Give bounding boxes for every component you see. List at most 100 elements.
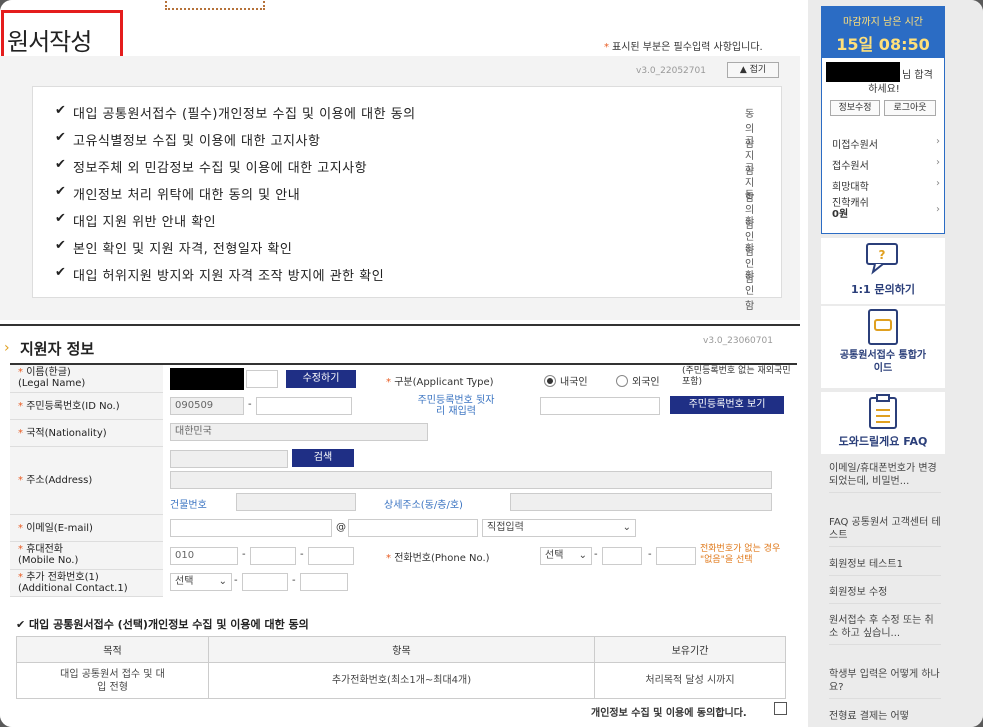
chevron-down-icon: ⌄ [622, 522, 631, 533]
sidebar-item-submitted[interactable]: 접수원서 › [832, 157, 940, 172]
guide-book-icon [868, 309, 898, 345]
check-icon: ✔ [55, 265, 66, 280]
address-search-button[interactable]: 검색 [292, 449, 354, 467]
window-edge [945, 0, 983, 727]
applicant-form: * 이름(한글) (Legal Name) 수정하기 * 구분(Applicant… [10, 363, 797, 597]
faq-item[interactable]: 전형료 결제는 어떻 [829, 710, 941, 727]
nationality-label: * 국적(Nationality) [10, 420, 163, 447]
extra-area-select[interactable]: 선택 ⌄ [170, 573, 232, 591]
nationality-input[interactable]: 대한민국 [170, 423, 428, 441]
faq-item[interactable]: 학생부 입력은 어떻게 하나요? [829, 668, 941, 699]
cell-purpose: 대입 공통원서 접수 및 대입 전형 [16, 662, 209, 699]
detail-address-input[interactable] [510, 493, 772, 511]
extra-last-input[interactable] [300, 573, 348, 591]
consent-item[interactable]: ✔ 대입 지원 위반 안내 확인 확인함 [55, 211, 755, 258]
logout-button[interactable]: 로그아웃 [884, 100, 936, 116]
type-foreign-radio[interactable]: 외국인 [616, 373, 660, 388]
name-input-suffix[interactable] [246, 370, 278, 388]
address-input[interactable] [170, 471, 772, 489]
name-redacted [170, 368, 244, 390]
extra-separator: - [234, 575, 238, 586]
faq-item[interactable]: 회원정보 테스트1 [829, 558, 941, 576]
sidebar-item-wishlist[interactable]: 희망대학 › [832, 178, 940, 193]
check-icon: ✔ [55, 103, 66, 118]
column-header: 목적 [16, 636, 209, 663]
type-domestic-radio[interactable]: 내국인 [544, 373, 588, 388]
decorative-dotted-box [165, 0, 265, 10]
phone-last-input[interactable] [656, 547, 696, 565]
faq-item[interactable]: 원서접수 후 수정 또는 취소 하고 싶습니... [829, 614, 941, 645]
consent-item[interactable]: ✔ 본인 확인 및 지원 자격, 전형일자 확인 확인함 [55, 238, 755, 285]
faq-label: 도와드릴게요 FAQ [838, 435, 928, 448]
deadline-box: 마감까지 남은 시간 15일 08:50 [821, 6, 945, 58]
email-at: @ [336, 522, 346, 533]
check-icon: ✔ [55, 130, 66, 145]
agree-checkbox[interactable] [774, 702, 787, 715]
consent-item[interactable]: ✔ 대입 허위지원 방지와 지원 자격 조작 방지에 관한 확인 확인함 [55, 265, 755, 312]
extra-mid-input[interactable] [242, 573, 288, 591]
consent-item[interactable]: ✔ 개인정보 처리 위탁에 대한 동의 및 안내 동의함 [55, 184, 755, 231]
greet-text: 하세요! [868, 84, 900, 95]
inquiry-button[interactable]: ? 1:1 문의하기 [821, 238, 945, 304]
consent-list: ✔ 대입 공통원서접수 (필수)개인정보 수집 및 이용에 대한 동의 동의함 ✔ 고… [32, 86, 782, 312]
sidebar: 마감까지 남은 시간 15일 08:50 님 합격 하세요! 정보수정 로그아웃… [821, 6, 945, 727]
id-front-input[interactable]: 090509 [170, 397, 244, 415]
fold-button[interactable]: ▲ 접기 [727, 62, 779, 78]
consent-status: 확인함 [745, 271, 755, 312]
phone-separator: - [594, 549, 598, 560]
column-header: 항목 [208, 636, 595, 663]
sidebar-item-unsubmitted[interactable]: 미접수원서 › [832, 136, 940, 151]
required-star: * [604, 42, 609, 53]
faq-header[interactable]: 도와드릴게요 FAQ [821, 392, 945, 454]
edit-info-button[interactable]: 정보수정 [830, 100, 880, 116]
type-note: (주민등록번호 없는 재외국민 포함) [682, 366, 791, 387]
email-label: * 이메일(E-mail) [10, 515, 163, 542]
consent-item[interactable]: ✔ 고유식별정보 수집 및 이용에 대한 고지사항 고지함 [55, 130, 755, 177]
mobile-last-input[interactable] [308, 547, 354, 565]
deadline-label: 마감까지 남은 시간 [843, 17, 923, 28]
main-content: 원서작성 * 표시된 부분은 필수입력 사항입니다. v3.0_22052701 … [0, 0, 808, 727]
id-reenter-input[interactable] [540, 397, 660, 415]
chevron-right-icon: › [936, 136, 940, 147]
phone-area-select[interactable]: 선택 ⌄ [540, 547, 592, 565]
optional-consent-title: ✔ 대입 공통원서접수 (선택)개인정보 수집 및 이용에 대한 동의 [16, 618, 309, 631]
email-domain-input[interactable] [348, 519, 478, 537]
faq-item[interactable]: FAQ 공통원서 고객센터 테스트 [829, 516, 941, 547]
consent-item[interactable]: ✔ 대입 공통원서접수 (필수)개인정보 수집 및 이용에 대한 동의 동의함 [55, 103, 755, 150]
mobile-mid-input[interactable] [250, 547, 296, 565]
id-back-input[interactable] [256, 397, 352, 415]
id-reenter-link[interactable]: 주민등록번호 뒷자리 재입력 [416, 395, 496, 417]
type-label: * 구분(Applicant Type) [386, 377, 494, 388]
check-icon: ✔ [55, 238, 66, 253]
id-view-button[interactable]: 주민등록번호 보기 [670, 396, 784, 414]
cell-items: 추가전화번호(최소1개~최대4개) [208, 662, 595, 699]
phone-note: 전화번호가 없는 경우 "없음"을 선택 [700, 544, 781, 565]
mobile-prefix-input[interactable]: 010 [170, 547, 238, 565]
building-no-input[interactable] [236, 493, 356, 511]
chevron-right-icon: › [936, 157, 940, 168]
consent-version: v3.0_22052701 [636, 66, 706, 76]
window: 원서작성 * 표시된 부분은 필수입력 사항입니다. v3.0_22052701 … [0, 0, 983, 727]
radio-icon [616, 375, 628, 387]
faq-item[interactable]: 회원정보 수정 [829, 586, 941, 604]
phone-label: * 전화번호(Phone No.) [386, 553, 490, 564]
guide-label: 공통원서접수 통합가이드 [839, 350, 927, 374]
email-domain-select[interactable]: 직접입력 ⌄ [482, 519, 636, 537]
name-label: * 이름(한글) (Legal Name) [10, 365, 163, 393]
radio-checked-icon [544, 375, 556, 387]
phone-mid-input[interactable] [602, 547, 642, 565]
postcode-input[interactable] [170, 450, 288, 468]
chevron-right-icon: › [936, 204, 940, 215]
faq-item[interactable]: 이메일/휴대폰번호가 변경되었는데, 비밀번... [829, 462, 941, 493]
id-separator: - [248, 399, 252, 410]
email-id-input[interactable] [170, 519, 332, 537]
chevron-down-icon: ⌄ [578, 550, 587, 561]
guide-button[interactable]: 공통원서접수 통합가이드 [821, 306, 945, 388]
sidebar-item-cash[interactable]: 진학캐쉬 0원 › [832, 198, 940, 220]
extra-separator: - [292, 575, 296, 586]
mobile-separator: - [242, 549, 246, 560]
chevron-right-icon: › [936, 178, 940, 189]
phone-separator: - [648, 549, 652, 560]
consent-item[interactable]: ✔ 정보주체 외 민감정보 수집 및 이용에 대한 고지사항 고지함 [55, 157, 755, 204]
edit-button[interactable]: 수정하기 [286, 370, 356, 388]
